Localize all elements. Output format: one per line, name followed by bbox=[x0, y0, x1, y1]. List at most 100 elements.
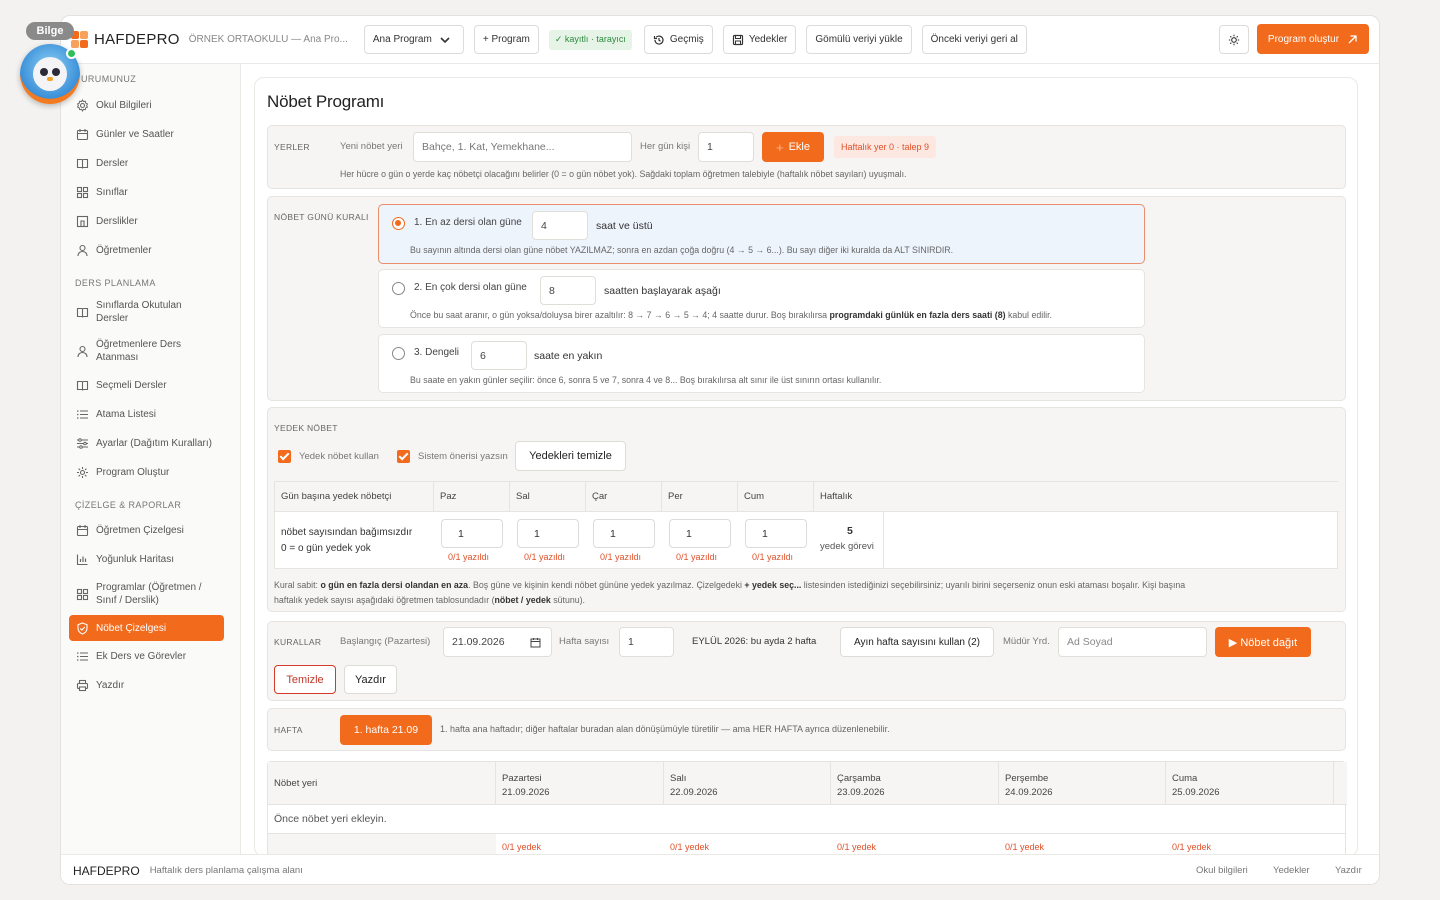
clear-backups-button[interactable]: Yedekleri temizle bbox=[515, 441, 626, 471]
rule-min-hours-input[interactable]: 4 bbox=[532, 211, 588, 240]
table-header: Per bbox=[662, 482, 738, 512]
rule-radio-1[interactable] bbox=[392, 217, 405, 230]
sidebar-section-title: DERS PLANLAMA bbox=[75, 278, 156, 288]
brand-name: HAFDEPRO bbox=[94, 31, 180, 48]
sidebar-item-label: Öğretmenlere Ders Atanması bbox=[96, 339, 182, 363]
sidebar-item-classes[interactable]: Sınıflar bbox=[69, 184, 224, 200]
rule-option-suffix: saatten başlayarak aşağı bbox=[604, 285, 721, 297]
backup-count-input-sal[interactable]: 1 bbox=[517, 519, 579, 548]
backup-note: Kural sabit: o gün en fazla dersi olanda… bbox=[274, 580, 1186, 605]
week-info-text: 1. hafta ana haftadır; diğer haftalar bu… bbox=[440, 724, 890, 734]
history-button[interactable]: Geçmiş bbox=[643, 25, 713, 54]
book-icon bbox=[76, 380, 89, 391]
sidebar-item-label: Nöbet Çizelgesi bbox=[96, 622, 167, 634]
calendar-icon bbox=[76, 128, 89, 140]
main-content: Nöbet Programı YERLER Yeni nöbet yeri Ba… bbox=[254, 77, 1358, 857]
rule-radio-2[interactable] bbox=[392, 282, 405, 295]
backup-status: 0/1 yazıldı bbox=[676, 552, 718, 562]
backup-status: 0/1 yazıldı bbox=[752, 552, 794, 562]
new-place-input[interactable]: Bahçe, 1. Kat, Yemekhane... bbox=[413, 132, 632, 162]
week-tab-1[interactable]: 1. hafta 21.09 bbox=[340, 715, 432, 745]
backup-count-input-paz[interactable]: 1 bbox=[441, 519, 503, 548]
load-embedded-button[interactable]: Gömülü veriyi yükle bbox=[806, 25, 912, 54]
rule-option-balanced[interactable]: 3. Dengeli 6 saate en yakın Bu saate en … bbox=[378, 334, 1145, 393]
rule-option-title: 1. En az dersi olan güne bbox=[414, 217, 522, 228]
rule-option-max-lessons[interactable]: 2. En çok dersi olan güne 8 saatten başl… bbox=[378, 269, 1145, 328]
sidebar-item-print[interactable]: Yazdır bbox=[69, 677, 224, 693]
sidebar-item-days-hours[interactable]: Günler ve Saatler bbox=[69, 126, 224, 142]
sidebar-item-teachers[interactable]: Öğretmenler bbox=[69, 242, 224, 258]
add-place-button[interactable]: + Ekle bbox=[762, 132, 824, 162]
table-header-day: Çarşamba 23.09.2026 bbox=[831, 762, 999, 805]
daily-count-input[interactable]: 1 bbox=[698, 132, 754, 162]
rule-option-suffix: saat ve üstü bbox=[596, 220, 653, 232]
backup-count-input-cum[interactable]: 1 bbox=[745, 519, 807, 548]
sidebar-item-duty-schedule[interactable]: Nöbet Çizelgesi bbox=[69, 615, 224, 641]
rule-option-min-lessons[interactable]: 1. En az dersi olan güne 4 saat ve üstü … bbox=[378, 204, 1145, 264]
owl-eye bbox=[40, 68, 48, 76]
assistant-avatar[interactable] bbox=[20, 44, 80, 104]
rule-balanced-hours-input[interactable]: 6 bbox=[471, 341, 527, 370]
rules-label: KURALLAR bbox=[274, 637, 322, 647]
table-header-spacer bbox=[1334, 762, 1347, 805]
sidebar-item-density-map[interactable]: Yoğunluk Haritası bbox=[69, 551, 224, 567]
rule-option-desc: Bu sayının altında dersi olan güne nöbet… bbox=[410, 245, 954, 255]
sidebar-item-lessons[interactable]: Dersler bbox=[69, 155, 224, 171]
footer-link-print[interactable]: Yazdır bbox=[1335, 865, 1362, 876]
deputy-name-input[interactable]: Ad Soyad bbox=[1058, 627, 1207, 657]
footer-link-school-info[interactable]: Okul bilgileri bbox=[1196, 865, 1248, 876]
footer-link-backups[interactable]: Yedekler bbox=[1273, 865, 1310, 876]
print-button[interactable]: Yazdır bbox=[344, 665, 397, 694]
backup-count-input-per[interactable]: 1 bbox=[669, 519, 731, 548]
school-name: ÖRNEK ORTAOKULU — Ana Pro... bbox=[188, 34, 348, 45]
empty-schedule-message: Önce nöbet yeri ekleyin. bbox=[268, 805, 1345, 834]
page-title: Nöbet Programı bbox=[267, 92, 385, 111]
use-backup-checkbox[interactable] bbox=[278, 450, 291, 463]
shield-check-icon bbox=[77, 621, 88, 635]
rule-radio-3[interactable] bbox=[392, 347, 405, 360]
sidebar-item-label: Program Oluştur bbox=[96, 466, 170, 478]
new-program-button[interactable]: + Program bbox=[473, 25, 539, 54]
sliders-icon bbox=[77, 437, 88, 449]
start-date-input[interactable]: 21.09.2026 bbox=[443, 627, 552, 657]
sidebar-item-programs[interactable]: Programlar (Öğretmen / Sınıf / Derslik) bbox=[69, 580, 224, 608]
sidebar-item-class-lessons[interactable]: Sınıflarda Okutulan Dersler bbox=[69, 298, 224, 326]
program-select[interactable]: Ana Program bbox=[363, 25, 464, 54]
room-icon bbox=[76, 215, 89, 227]
week-count-input[interactable]: 1 bbox=[619, 627, 674, 657]
restore-button[interactable]: Önceki veriyi geri al bbox=[921, 25, 1027, 54]
theme-toggle-button[interactable] bbox=[1219, 25, 1249, 54]
sidebar-item-school-info[interactable]: Okul Bilgileri bbox=[69, 97, 224, 113]
use-month-weeks-button[interactable]: Ayın hafta sayısını kullan (2) bbox=[840, 627, 994, 657]
rule-max-hours-input[interactable]: 8 bbox=[540, 276, 596, 305]
sidebar-item-create-program[interactable]: Program Oluştur bbox=[69, 464, 224, 480]
backups-button[interactable]: Yedekler bbox=[722, 25, 797, 54]
day-backup-status: 0/1 yedek bbox=[1172, 842, 1212, 852]
weekly-text: yedek görevi bbox=[820, 541, 874, 552]
top-bar: HAFDEPRO ÖRNEK ORTAOKULU — Ana Pro... An… bbox=[61, 16, 1379, 64]
assistant-badge[interactable]: Bilge bbox=[26, 22, 74, 40]
calendar-icon bbox=[76, 524, 89, 536]
create-program-button[interactable]: Program oluştur bbox=[1257, 24, 1369, 54]
sidebar-item-classrooms[interactable]: Derslikler bbox=[69, 213, 224, 229]
start-date-value: 21.09.2026 bbox=[452, 636, 505, 648]
clear-button[interactable]: Temizle bbox=[274, 665, 336, 694]
save-status-badge: ✓ kayıtlı · tarayıcı bbox=[548, 29, 632, 50]
backup-count-input-car[interactable]: 1 bbox=[593, 519, 655, 548]
use-backup-label: Yedek nöbet kullan bbox=[299, 451, 379, 462]
sidebar-item-settings-rules[interactable]: Ayarlar (Dağıtım Kuralları) bbox=[69, 435, 224, 451]
sidebar-item-teacher-assignment[interactable]: Öğretmenlere Ders Atanması bbox=[69, 337, 224, 365]
grid-icon bbox=[76, 588, 89, 600]
sidebar-item-assignment-list[interactable]: Atama Listesi bbox=[69, 406, 224, 422]
system-suggest-checkbox[interactable] bbox=[397, 450, 410, 463]
calendar-icon[interactable] bbox=[530, 637, 541, 648]
chart-icon bbox=[76, 554, 88, 565]
distribute-duty-button[interactable]: ▶ Nöbet dağıt bbox=[1215, 627, 1311, 657]
sidebar-item-teacher-schedule[interactable]: Öğretmen Çizelgesi bbox=[69, 522, 224, 538]
weekly-total: 5 bbox=[847, 525, 853, 537]
week-count-label: Hafta sayısı bbox=[559, 636, 610, 647]
sidebar-item-electives[interactable]: Seçmeli Dersler bbox=[69, 377, 224, 393]
sidebar-item-label: Dersler bbox=[96, 157, 129, 169]
online-status-dot bbox=[66, 48, 77, 59]
sidebar-item-extra-lessons[interactable]: Ek Ders ve Görevler bbox=[69, 648, 224, 664]
